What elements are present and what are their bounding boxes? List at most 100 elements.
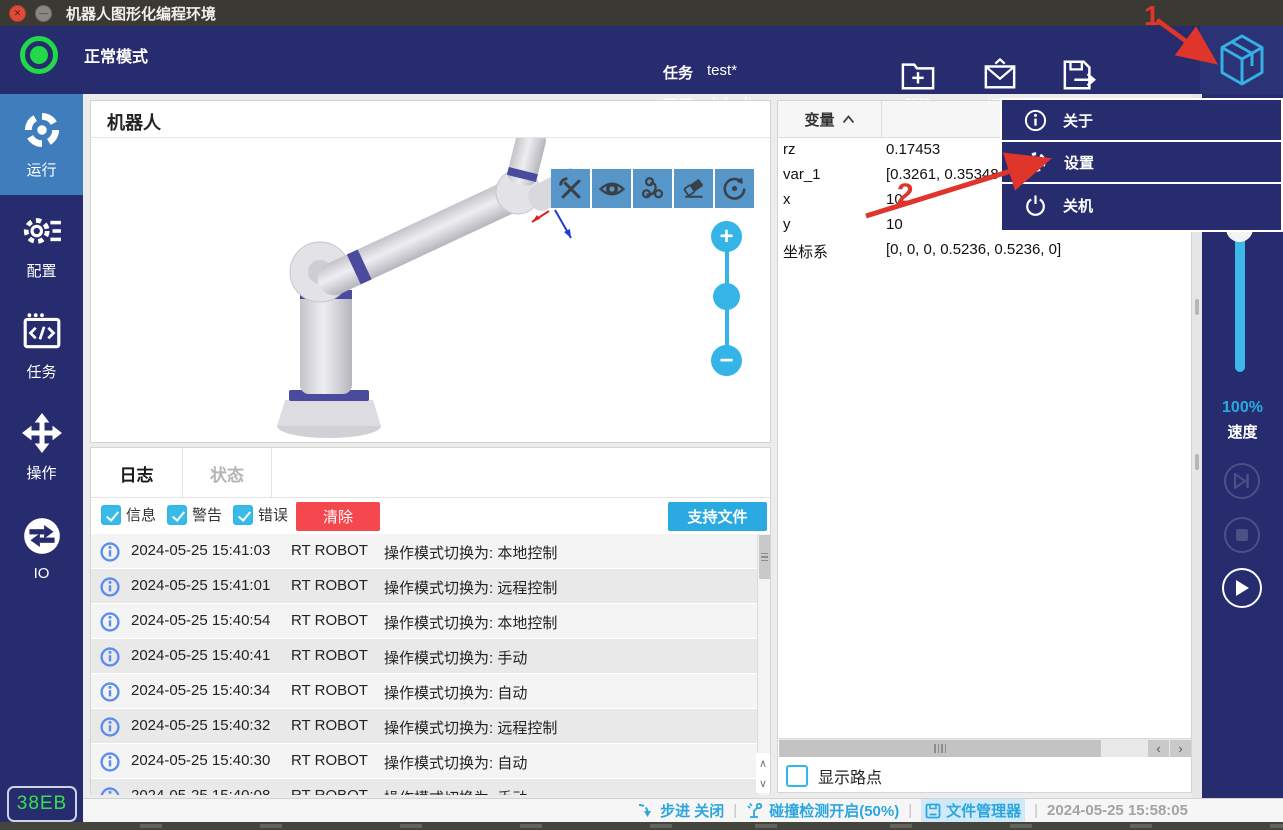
nav-item-config[interactable]: 配置 — [0, 195, 83, 296]
support-file-button[interactable]: 支持文件 — [668, 502, 767, 531]
variables-hscrollbar[interactable]: ‹ › — [779, 738, 1191, 757]
info-icon — [100, 682, 120, 702]
about-info-icon — [1024, 109, 1047, 132]
scroll-left-button[interactable]: ‹ — [1148, 740, 1169, 757]
nav-item-run[interactable]: 运行 — [0, 94, 83, 195]
step-forward-button[interactable] — [1224, 463, 1260, 499]
collision-detect-status[interactable]: 碰撞检测开启(50%) — [746, 800, 899, 821]
play-button[interactable] — [1222, 568, 1262, 608]
filter-error[interactable]: 错误 — [233, 504, 288, 525]
log-scroll-down-button[interactable]: ∨ — [756, 773, 770, 793]
app-window: ✕ — 机器人图形化编程环境 正常模式 任务 test* 配置 default … — [0, 0, 1283, 830]
tab-log[interactable]: 日志 — [91, 448, 183, 498]
warning-checkbox[interactable] — [167, 505, 187, 525]
window-minimize-icon[interactable]: — — [35, 5, 52, 22]
log-scroll-up-button[interactable]: ∧ — [756, 753, 770, 773]
info-icon — [100, 787, 120, 795]
error-checkbox[interactable] — [233, 505, 253, 525]
tab-status[interactable]: 状态 — [183, 448, 272, 498]
desktop-taskbar-strip — [0, 822, 1283, 830]
info-icon — [100, 612, 120, 632]
log-list: 2024-05-25 15:41:03 RT ROBOT 操作模式切换为: 本地… — [91, 534, 757, 795]
info-icon — [100, 752, 120, 772]
left-nav: 运行 配置 — [0, 94, 83, 822]
nav-item-operate[interactable]: 操作 — [0, 397, 83, 498]
log-row[interactable]: 2024-05-25 15:40:54 RT ROBOT 操作模式切换为: 本地… — [91, 604, 757, 639]
zoom-slider-handle[interactable] — [713, 283, 740, 310]
info-icon — [100, 717, 120, 737]
topbar: 正常模式 任务 test* 配置 default 新建 打开 — [0, 26, 1283, 94]
status-timestamp: 2024-05-25 15:58:05 — [1047, 802, 1188, 819]
nav-item-task[interactable]: 任务 — [0, 296, 83, 397]
menu-item-about[interactable]: 关于 — [1002, 100, 1281, 142]
window-title: 机器人图形化编程环境 — [66, 3, 216, 24]
log-filter-row: 信息 警告 错误 清除 支持文件 — [91, 498, 770, 534]
run-icon — [21, 109, 63, 151]
robot-panel-title: 机器人 — [107, 109, 161, 135]
tools-button[interactable] — [551, 169, 590, 208]
variables-hscrollbar-thumb[interactable] — [779, 740, 1101, 757]
app-menu-button[interactable] — [1200, 26, 1283, 94]
file-manager-icon — [925, 803, 941, 819]
log-row[interactable]: 2024-05-25 15:41:03 RT ROBOT 操作模式切换为: 本地… — [91, 534, 757, 569]
speed-percent: 100% — [1202, 399, 1283, 417]
open-file-icon — [982, 58, 1018, 92]
log-row[interactable]: 2024-05-25 15:40:34 RT ROBOT 操作模式切换为: 自动 — [91, 674, 757, 709]
tools-icon — [558, 176, 584, 202]
file-manager-button[interactable]: 文件管理器 — [921, 799, 1025, 822]
stop-button[interactable] — [1224, 517, 1260, 553]
log-row[interactable]: 2024-05-25 15:40:41 RT ROBOT 操作模式切换为: 手动 — [91, 639, 757, 674]
clear-log-button[interactable]: 清除 — [296, 502, 380, 531]
path-button[interactable] — [633, 169, 672, 208]
play-icon — [1234, 579, 1250, 597]
nav-item-io[interactable]: IO — [0, 498, 83, 599]
mode-label: 正常模式 — [84, 43, 148, 67]
eye-icon — [598, 176, 626, 202]
show-waypoints-row[interactable]: 显示路点 — [786, 764, 882, 788]
new-folder-icon — [900, 58, 936, 92]
filter-info[interactable]: 信息 — [101, 504, 156, 525]
log-row[interactable]: 2024-05-25 15:41:01 RT ROBOT 操作模式切换为: 远程… — [91, 569, 757, 604]
collision-robot-icon — [746, 802, 764, 819]
show-waypoints-checkbox[interactable] — [786, 765, 808, 787]
filter-warning[interactable]: 警告 — [167, 504, 222, 525]
skip-end-icon — [1233, 473, 1251, 489]
power-icon — [1024, 194, 1047, 217]
tcp-axes — [532, 210, 571, 238]
reset-view-icon — [721, 175, 748, 202]
log-row[interactable]: 2024-05-25 15:40:32 RT ROBOT 操作模式切换为: 远程… — [91, 709, 757, 744]
visibility-button[interactable] — [592, 169, 631, 208]
view-zoom-control: + − — [711, 221, 743, 376]
log-row[interactable]: 2024-05-25 15:40:08 RT ROBOT 操作模式切换为: 手动 — [91, 779, 757, 795]
speed-slider-track[interactable] — [1235, 225, 1245, 372]
log-row[interactable]: 2024-05-25 15:40:30 RT ROBOT 操作模式切换为: 自动 — [91, 744, 757, 779]
app-dropdown-menu: 关于 设置 关机 — [1000, 98, 1283, 232]
step-mode-icon — [638, 803, 655, 818]
mode-status-icon — [20, 36, 58, 74]
step-mode-status[interactable]: 步进 关闭 — [638, 800, 724, 821]
window-close-icon[interactable]: ✕ — [9, 5, 26, 22]
log-scrollbar-thumb[interactable] — [759, 535, 770, 579]
zoom-in-button[interactable]: + — [711, 221, 742, 252]
settings-gear-icon — [1024, 150, 1048, 174]
scroll-right-button[interactable]: › — [1170, 740, 1191, 757]
status-badge: 38EB — [7, 786, 77, 822]
task-label: 任务 — [663, 62, 693, 83]
task-value: test* — [707, 62, 737, 83]
info-icon — [100, 542, 120, 562]
variables-column-header[interactable]: 变量 — [778, 101, 882, 138]
info-checkbox[interactable] — [101, 505, 121, 525]
zoom-out-button[interactable]: − — [711, 345, 742, 376]
reset-view-button[interactable] — [715, 169, 754, 208]
menu-item-shutdown[interactable]: 关机 — [1002, 184, 1281, 226]
task-field: 任务 test* — [663, 62, 737, 83]
eraser-icon — [680, 175, 707, 202]
save-icon — [1061, 58, 1097, 92]
stop-icon — [1235, 528, 1249, 542]
variable-row[interactable]: 坐标系 [0, 0, 0, 0.5236, 0.5236, 0] — [778, 238, 1191, 263]
menu-item-settings[interactable]: 设置 — [1002, 142, 1281, 184]
speed-label: 速度 — [1202, 421, 1283, 442]
info-icon — [100, 647, 120, 667]
io-swap-icon — [21, 515, 63, 557]
erase-button[interactable] — [674, 169, 713, 208]
